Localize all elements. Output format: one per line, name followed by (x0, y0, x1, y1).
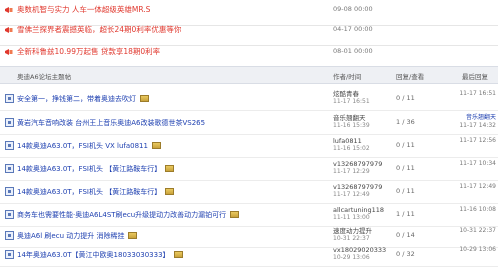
reply-view-count: 1 / 36 (396, 118, 415, 126)
image-attachment-icon (173, 251, 183, 258)
image-attachment-icon (140, 95, 149, 102)
thread-date: 11-17 12:49 (333, 191, 370, 198)
image-attachment-icon (165, 188, 175, 195)
thread-date: 11-16 15:02 (333, 145, 370, 152)
thread-row[interactable]: 14年奥迪A63.0T【黄江中欧奥18033030333】 vx18029020… (0, 243, 498, 267)
reply-view-count: 0 / 11 (396, 94, 415, 102)
reply-view-count: 0 / 11 (396, 187, 415, 195)
thread-icon (5, 94, 14, 103)
thread-row[interactable]: 14款奥迪A63.0T，FSI机头 VX lufa0811 lufa0811 11… (0, 134, 498, 158)
promo-title[interactable]: 全新科鲁兹10.99万起售 贷款享18期0利率 (17, 46, 160, 57)
header-last-reply: 最后回复 (462, 73, 488, 81)
thread-author[interactable]: 速度动力提升 10-31 22:37 (333, 227, 372, 243)
thread-date: 11-17 16:51 (333, 98, 370, 105)
thread-table-header: 奥迪A6论坛主题帖 作者/时间 回复/查看 最后回复 (0, 66, 498, 84)
reply-view-count: 0 / 11 (396, 141, 415, 149)
thread-title[interactable]: 商务车也需要性能·奥迪A6L4ST刷ecu升级提动力改善动力漏铂可行 (17, 210, 240, 220)
promo-date: 04-17 00:00 (333, 25, 373, 33)
thread-date: 11-11 13:00 (333, 214, 370, 221)
thread-date: 11-17 12:29 (333, 168, 370, 175)
last-reply: 11-17 16:51 (459, 90, 496, 97)
thread-icon (5, 141, 14, 150)
thread-author[interactable]: 炫酷青春 11-17 16:51 (333, 90, 370, 106)
image-attachment-icon (230, 211, 240, 218)
thread-icon (5, 164, 14, 173)
thread-date: 10-29 13:06 (333, 254, 370, 261)
last-reply: 10-31 22:37 (459, 227, 496, 234)
thread-icon (5, 250, 14, 259)
thread-author[interactable]: lufa0811 11-16 15:02 (333, 137, 370, 153)
header-author: 作者/时间 (333, 73, 362, 81)
image-attachment-icon (165, 165, 175, 172)
thread-date: 10-31 22:37 (333, 235, 370, 242)
thread-title[interactable]: 14款奥迪A63.0T，FSI机头 【黄江路鞍车行】 (17, 187, 175, 197)
last-reply: 10-29 13:06 (459, 246, 496, 253)
promo-date: 08-01 00:00 (333, 47, 373, 55)
thread-row[interactable]: 安全第一，挣钱第二，带着奥迪去吹灯 炫酷青春 11-17 16:51 0 / 11… (0, 87, 498, 111)
megaphone-icon (5, 7, 13, 13)
megaphone-icon (5, 27, 13, 33)
promo-title[interactable]: 奥数机智与实力 人车一体超级英雄MR.S (17, 4, 150, 15)
last-reply: 11-17 12:56 (459, 137, 496, 144)
reply-view-count: 0 / 32 (396, 250, 415, 258)
promo-date: 09-08 00:00 (333, 5, 373, 13)
thread-author[interactable]: v13268797979 11-17 12:29 (333, 160, 382, 176)
thread-title[interactable]: 14款奥迪A63.0T，FSI机头 VX lufa0811 (17, 141, 161, 151)
reply-view-count: 1 / 11 (396, 210, 415, 218)
thread-icon (5, 187, 14, 196)
promo-row[interactable]: 全新科鲁兹10.99万起售 贷款享18期0利率 08-01 00:00 (0, 42, 498, 68)
reply-view-count: 0 / 11 (396, 164, 415, 172)
thread-icon (5, 118, 14, 127)
thread-title[interactable]: 安全第一，挣钱第二，带着奥迪去吹灯 (17, 94, 149, 104)
promo-title[interactable]: 雪佛兰探界者震撼英临，超长24期0利率优惠等你 (17, 24, 181, 35)
thread-author[interactable]: 音乐翘翻天 11-16 15:39 (333, 114, 370, 130)
header-topic: 奥迪A6论坛主题帖 (17, 73, 72, 81)
image-attachment-icon (128, 232, 138, 239)
reply-view-count: 0 / 14 (396, 231, 415, 239)
header-stats: 回复/查看 (396, 73, 425, 81)
thread-author[interactable]: v13268797979 11-17 12:49 (333, 183, 382, 199)
thread-title[interactable]: 黄岩汽车音响改装 台州王上音乐奥迪A6改装歌德世茶VS265 (17, 118, 205, 128)
thread-date: 11-16 15:39 (333, 122, 370, 129)
last-reply: 11-16 10:08 (459, 206, 496, 213)
thread-icon (5, 231, 14, 240)
thread-title[interactable]: 14款奥迪A63.0T，FSI机头 【黄江路鞍车行】 (17, 164, 175, 174)
thread-row[interactable]: 14款奥迪A63.0T，FSI机头 【黄江路鞍车行】 v13268797979 1… (0, 180, 498, 204)
thread-row[interactable]: 黄岩汽车音响改装 台州王上音乐奥迪A6改装歌德世茶VS265 音乐翘翻天 11-1… (0, 111, 498, 135)
last-reply: 11-17 12:49 (459, 183, 496, 190)
image-attachment-icon (151, 142, 161, 149)
last-reply: 音乐翘翻天 11-17 14:32 (459, 114, 496, 129)
thread-row[interactable]: 14款奥迪A63.0T，FSI机头 【黄江路鞍车行】 v13268797979 1… (0, 157, 498, 181)
thread-title[interactable]: 奥迪A6l 刷ecu 动力提升 消除稀挂 (17, 231, 138, 241)
thread-author[interactable]: vx18029020333 10-29 13:06 (333, 246, 386, 262)
megaphone-icon (5, 49, 13, 55)
thread-icon (5, 210, 14, 219)
thread-author[interactable]: allcartuning118 11-11 13:00 (333, 206, 384, 222)
last-reply: 11-17 10:34 (459, 160, 496, 167)
